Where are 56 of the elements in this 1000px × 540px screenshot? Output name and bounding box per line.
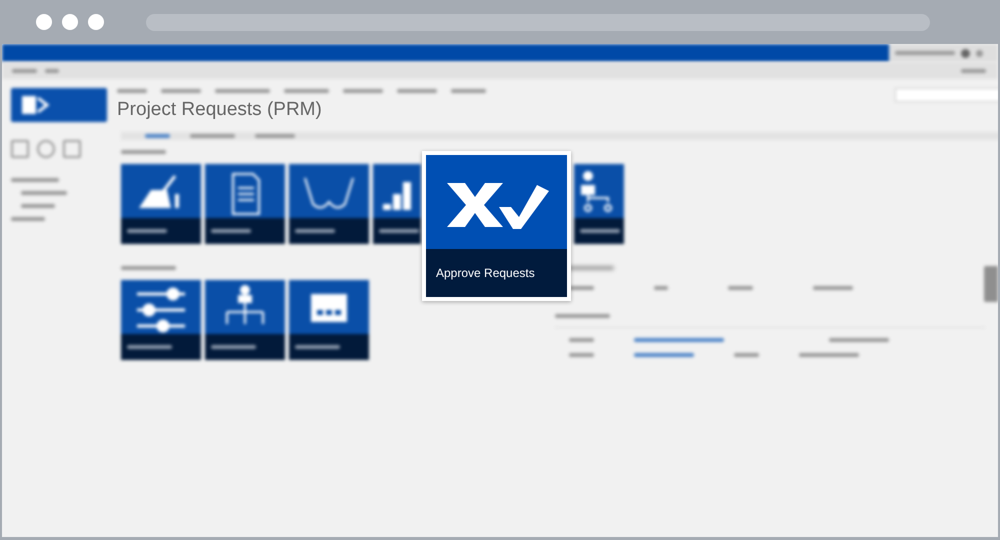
blurred-label [161, 89, 201, 93]
blurred-label [569, 338, 594, 342]
blurred-label [211, 345, 256, 349]
blurred-label [121, 150, 166, 154]
tile[interactable] [121, 280, 201, 360]
blurred-label [634, 352, 694, 356]
blurred-label [813, 286, 853, 290]
blurred-label [215, 89, 270, 93]
blurred-label [580, 229, 620, 233]
window-dot[interactable] [88, 14, 104, 30]
blurred-label [379, 229, 419, 233]
blurred-label [255, 134, 295, 138]
blurred-label [127, 345, 172, 349]
tile[interactable] [205, 280, 285, 360]
blurred-label [961, 68, 986, 72]
tile[interactable] [289, 280, 369, 360]
tile[interactable] [373, 164, 421, 244]
blurred-label [117, 89, 147, 93]
tile[interactable] [205, 164, 285, 244]
approve-tile[interactable]: Approve Requests [422, 151, 571, 301]
blurred-label [21, 204, 55, 208]
tile[interactable] [574, 164, 624, 244]
blurred-label [295, 229, 335, 233]
blurred-label [555, 314, 610, 318]
blurred-label [829, 338, 889, 342]
blurred-label [799, 352, 859, 356]
site-logo[interactable] [11, 88, 107, 122]
blurred-label [734, 352, 759, 356]
blurred-label [654, 286, 668, 290]
page-title: Project Requests (PRM) [117, 99, 323, 121]
window-dot[interactable] [36, 14, 52, 30]
blurred-label [121, 266, 176, 270]
blurred-label [211, 229, 251, 233]
blurred-label [569, 352, 594, 356]
blurred-label [12, 68, 37, 72]
blurred-label [127, 229, 167, 233]
blurred-label [45, 68, 59, 72]
window-dot[interactable] [62, 14, 78, 30]
blurred-label [190, 134, 235, 138]
search-field[interactable] [895, 88, 998, 102]
blurred-label [343, 89, 383, 93]
blurred-label [569, 286, 594, 290]
blurred-label [284, 89, 329, 93]
blurred-label [895, 51, 955, 55]
blurred-label [11, 178, 59, 182]
blurred-label [451, 89, 486, 93]
blurred-label [397, 89, 437, 93]
blurred-label [728, 286, 753, 290]
blurred-label [295, 345, 340, 349]
tile-label: Approve Requests [436, 266, 535, 280]
blurred-label [21, 191, 67, 195]
blurred-label [145, 134, 170, 138]
tile[interactable] [289, 164, 369, 244]
side-tab[interactable] [984, 266, 998, 302]
blurred-label [11, 217, 45, 221]
tile[interactable] [121, 164, 201, 244]
